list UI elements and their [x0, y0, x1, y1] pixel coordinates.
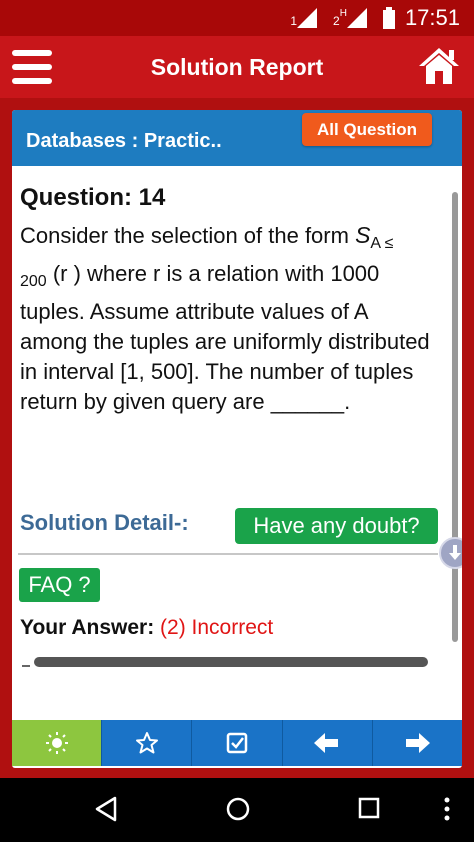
card-header: Databases : Practic.. All Question — [12, 110, 462, 166]
divider — [18, 553, 438, 555]
subject-title: Databases : Practic.. — [26, 130, 222, 152]
check-button[interactable] — [192, 720, 283, 766]
scroll-down-button[interactable] — [439, 537, 462, 569]
your-answer: Your Answer: (2) Incorrect — [20, 616, 273, 640]
more-options-icon[interactable] — [443, 796, 451, 822]
selection-subscript-1: A ≤ — [370, 235, 394, 252]
arrow-right-icon — [406, 733, 431, 753]
bookmark-button[interactable] — [102, 720, 193, 766]
horizontal-scrollbar[interactable] — [34, 657, 428, 667]
previous-button[interactable] — [282, 720, 373, 766]
home-nav-icon[interactable] — [225, 796, 251, 822]
network-type: H — [339, 8, 347, 19]
sim1-signal: 1 — [290, 8, 318, 28]
app-bar: Solution Report — [0, 36, 474, 98]
battery-icon — [382, 7, 395, 29]
sim2-signal: 2 H — [333, 8, 367, 28]
status-bar: 1 2 H 17:51 — [0, 0, 474, 36]
answer-label: Your Answer: — [20, 616, 155, 639]
star-icon — [135, 732, 158, 754]
partial-text — [22, 665, 30, 667]
brightness-icon — [45, 732, 68, 754]
all-question-button[interactable]: All Question — [302, 113, 432, 146]
home-icon[interactable] — [418, 46, 460, 86]
signal-icon — [346, 8, 367, 28]
question-card: Databases : Practic.. All Question Quest… — [12, 110, 462, 768]
signal-icon — [297, 8, 318, 28]
recents-icon[interactable] — [358, 796, 380, 820]
arrow-left-icon — [314, 733, 339, 753]
sim2-label: 2 — [333, 14, 340, 28]
answer-value: (2) Incorrect — [160, 616, 274, 639]
system-nav-bar — [0, 778, 474, 842]
faq-button[interactable]: FAQ ? — [19, 568, 100, 602]
sim1-label: 1 — [290, 14, 298, 28]
question-text: Consider the selection of the form SA ≤ 2… — [20, 220, 440, 417]
question-text-part2: (r ) where r is a relation with 1000 tup… — [20, 261, 430, 414]
have-doubt-button[interactable]: Have any doubt? — [235, 508, 438, 544]
next-button[interactable] — [372, 720, 463, 766]
vertical-scrollbar[interactable] — [452, 192, 458, 642]
arrow-down-icon — [449, 545, 461, 560]
question-title: Question: 14 — [20, 184, 166, 211]
solution-detail-label: Solution Detail-: — [20, 510, 189, 535]
checkbox-icon — [226, 732, 248, 754]
bottom-toolbar — [12, 720, 463, 766]
question-text-part1: Consider the selection of the form — [20, 223, 356, 248]
selection-symbol: S — [355, 222, 371, 248]
back-icon[interactable] — [94, 796, 118, 822]
brightness-button[interactable] — [12, 720, 103, 766]
selection-subscript-2: 200 — [20, 273, 47, 290]
app-title: Solution Report — [150, 54, 324, 80]
clock: 17:51 — [404, 5, 460, 30]
